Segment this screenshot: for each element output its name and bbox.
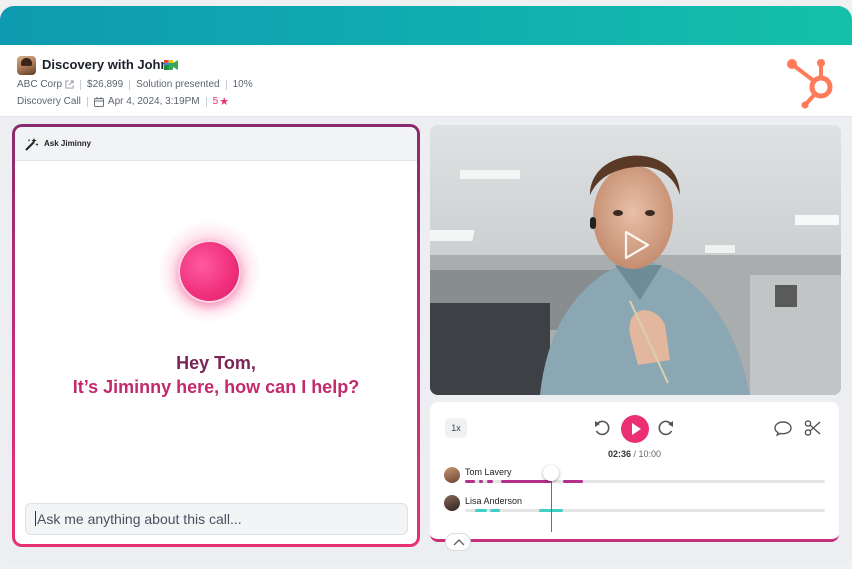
- fast-forward-icon[interactable]: [655, 417, 677, 439]
- chevron-up-icon: [453, 539, 465, 546]
- greeting-line-2: It’s Jiminny here, how can I help?: [72, 377, 360, 397]
- playback-speed-button[interactable]: 1x: [445, 418, 467, 438]
- rewind-icon[interactable]: [591, 417, 613, 439]
- speaker-name: Lisa Anderson: [465, 496, 523, 506]
- collapse-panel-button[interactable]: [445, 533, 471, 551]
- call-date: Apr 4, 2024, 3:19PM: [107, 96, 200, 107]
- call-type: Discovery Call: [17, 96, 81, 107]
- current-time: 02:36: [607, 449, 631, 459]
- speaker-avatar: [444, 495, 460, 511]
- speaker-timeline-tom[interactable]: [465, 480, 825, 483]
- top-bar: [0, 6, 852, 45]
- speech-segment: [490, 509, 500, 512]
- ask-jiminny-panel: Ask Jiminny Hey Tom, It’s Jiminny here, …: [12, 124, 420, 547]
- avatar: [17, 56, 36, 75]
- divider: [205, 96, 207, 107]
- play-button[interactable]: [621, 415, 649, 443]
- speech-segment: [475, 509, 487, 512]
- speech-segment: [479, 480, 483, 483]
- company-link[interactable]: ABC Corp: [17, 79, 62, 90]
- hubspot-logo[interactable]: [785, 53, 841, 109]
- speech-segment: [487, 480, 493, 483]
- app-window: Discovery with John ABC Corp $26,899 Sol…: [0, 6, 852, 566]
- ask-jiminny-header: Ask Jiminny: [15, 127, 417, 161]
- comment-icon[interactable]: [772, 417, 794, 439]
- ask-input-text: Ask me anything about this call...: [37, 511, 242, 527]
- divider: [225, 79, 227, 90]
- external-link-icon[interactable]: [65, 80, 74, 89]
- playback-controls: 1x 02:36 / 10:00 Tom Lavery Lisa Anderso…: [430, 402, 839, 542]
- divider: [80, 79, 82, 90]
- call-meta-row: Discovery Call Apr 4, 2024, 3:19PM 5 ★: [17, 95, 229, 108]
- calendar-icon: [93, 96, 104, 107]
- speech-segment: [465, 480, 475, 483]
- page-title: Discovery with John: [42, 57, 169, 72]
- google-meet-icon: [164, 60, 178, 70]
- deal-probability: 10%: [232, 79, 253, 90]
- scissors-icon[interactable]: [802, 417, 824, 439]
- ask-jiminny-title: Ask Jiminny: [44, 139, 92, 148]
- assistant-orb: [178, 240, 241, 303]
- greeting-line-1: Hey Tom,: [176, 353, 256, 373]
- deal-amount: $26,899: [87, 79, 124, 90]
- divider: [86, 96, 88, 107]
- playhead-handle[interactable]: [543, 465, 559, 481]
- call-rating: 5: [212, 96, 219, 107]
- playback-time: 02:36 / 10:00: [430, 449, 839, 459]
- deal-stage: Solution presented: [136, 79, 220, 90]
- star-icon: ★: [219, 96, 230, 108]
- total-time: 10:00: [638, 449, 662, 459]
- time-separator: /: [630, 449, 639, 459]
- divider: [129, 79, 131, 90]
- speech-segment: [563, 480, 583, 483]
- magic-wand-icon: [25, 138, 39, 151]
- video-frame: [430, 125, 841, 395]
- call-header: Discovery with John ABC Corp $26,899 Sol…: [0, 45, 852, 117]
- video-player[interactable]: [430, 125, 841, 395]
- speaker-timeline-lisa[interactable]: [465, 509, 825, 512]
- speaker-name: Tom Lavery: [465, 467, 512, 477]
- speech-segment: [501, 480, 551, 483]
- text-cursor: [35, 511, 36, 526]
- ask-input[interactable]: Ask me anything about this call...: [25, 503, 408, 535]
- deal-meta-row: ABC Corp $26,899 Solution presented 10%: [17, 79, 253, 90]
- speaker-avatar: [444, 467, 460, 483]
